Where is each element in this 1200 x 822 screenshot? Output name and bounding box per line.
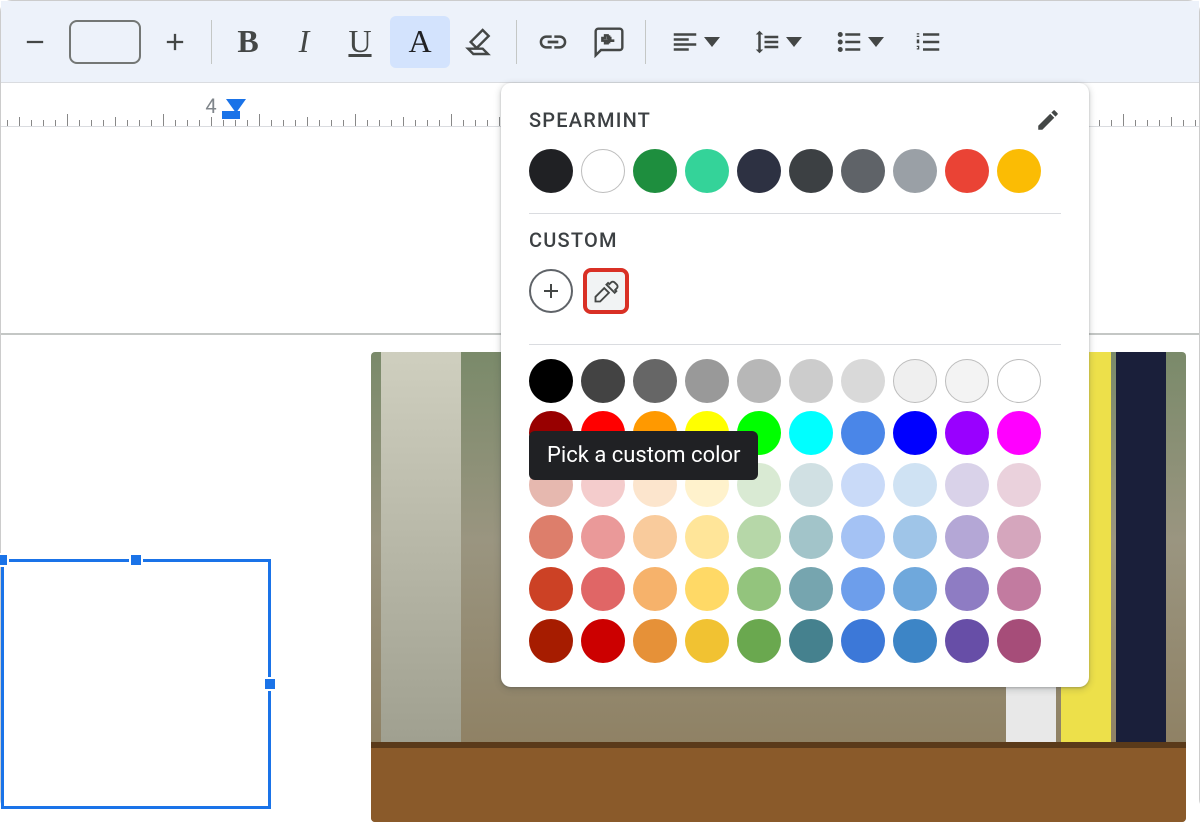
- chevron-down-icon: [786, 37, 802, 47]
- color-swatch-4-8[interactable]: [945, 567, 989, 611]
- bold-button[interactable]: B: [222, 16, 274, 68]
- zoom-out-button[interactable]: [9, 16, 61, 68]
- text-color-button[interactable]: A: [390, 16, 450, 68]
- custom-heading: CUSTOM: [529, 228, 618, 252]
- color-swatch-0-5[interactable]: [789, 359, 833, 403]
- spearmint-heading: SPEARMINT: [529, 108, 651, 132]
- color-swatch-3-1[interactable]: [581, 515, 625, 559]
- resize-handle-right[interactable]: [263, 677, 277, 691]
- color-swatch-0-1[interactable]: [581, 359, 625, 403]
- color-swatch-3-0[interactable]: [529, 515, 573, 559]
- color-swatch-4-9[interactable]: [997, 567, 1041, 611]
- separator: [211, 20, 212, 64]
- eyedropper-button[interactable]: [583, 268, 629, 314]
- color-swatch-5-4[interactable]: [737, 619, 781, 663]
- zoom-in-button[interactable]: [149, 16, 201, 68]
- underline-button[interactable]: U: [334, 16, 386, 68]
- color-swatch-1-9[interactable]: [997, 411, 1041, 455]
- spearmint-swatch-1[interactable]: [581, 149, 625, 193]
- color-swatch-5-0[interactable]: [529, 619, 573, 663]
- separator: [645, 20, 646, 64]
- color-swatch-4-5[interactable]: [789, 567, 833, 611]
- color-swatch-4-0[interactable]: [529, 567, 573, 611]
- insert-link-button[interactable]: [527, 16, 579, 68]
- color-swatch-3-6[interactable]: [841, 515, 885, 559]
- color-swatch-3-9[interactable]: [997, 515, 1041, 559]
- color-swatch-5-7[interactable]: [893, 619, 937, 663]
- color-swatch-0-7[interactable]: [893, 359, 937, 403]
- color-swatch-0-3[interactable]: [685, 359, 729, 403]
- color-swatch-5-3[interactable]: [685, 619, 729, 663]
- spearmint-swatch-6[interactable]: [841, 149, 885, 193]
- color-swatch-0-9[interactable]: [997, 359, 1041, 403]
- bulleted-list-button[interactable]: [820, 16, 898, 68]
- numbered-list-button[interactable]: [902, 16, 954, 68]
- spearmint-swatch-9[interactable]: [997, 149, 1041, 193]
- color-swatch-5-6[interactable]: [841, 619, 885, 663]
- spearmint-swatch-7[interactable]: [893, 149, 937, 193]
- color-swatch-4-3[interactable]: [685, 567, 729, 611]
- align-button[interactable]: [656, 16, 734, 68]
- color-swatch-2-5[interactable]: [789, 463, 833, 507]
- spearmint-swatch-4[interactable]: [737, 149, 781, 193]
- divider: [529, 344, 1061, 345]
- color-swatch-0-2[interactable]: [633, 359, 677, 403]
- color-swatch-5-9[interactable]: [997, 619, 1041, 663]
- color-swatch-5-5[interactable]: [789, 619, 833, 663]
- color-swatch-3-4[interactable]: [737, 515, 781, 559]
- color-swatch-0-4[interactable]: [737, 359, 781, 403]
- line-spacing-button[interactable]: [738, 16, 816, 68]
- color-swatch-4-6[interactable]: [841, 567, 885, 611]
- color-swatch-0-8[interactable]: [945, 359, 989, 403]
- spearmint-swatch-8[interactable]: [945, 149, 989, 193]
- color-swatch-3-2[interactable]: [633, 515, 677, 559]
- spearmint-swatch-2[interactable]: [633, 149, 677, 193]
- color-swatch-2-9[interactable]: [997, 463, 1041, 507]
- edit-theme-button[interactable]: [1035, 107, 1061, 133]
- color-swatch-0-6[interactable]: [841, 359, 885, 403]
- spearmint-swatch-3[interactable]: [685, 149, 729, 193]
- highlight-button[interactable]: [454, 16, 506, 68]
- color-swatch-5-1[interactable]: [581, 619, 625, 663]
- color-swatch-2-6[interactable]: [841, 463, 885, 507]
- color-swatch-3-7[interactable]: [893, 515, 937, 559]
- separator: [516, 20, 517, 64]
- add-comment-button[interactable]: [583, 16, 635, 68]
- color-swatch-1-6[interactable]: [841, 411, 885, 455]
- resize-handle-top[interactable]: [129, 553, 143, 567]
- color-swatch-3-3[interactable]: [685, 515, 729, 559]
- chevron-down-icon: [868, 37, 884, 47]
- color-swatch-2-7[interactable]: [893, 463, 937, 507]
- eyedropper-tooltip: Pick a custom color: [529, 431, 758, 480]
- color-swatch-4-4[interactable]: [737, 567, 781, 611]
- spearmint-swatch-row: [529, 149, 1061, 193]
- color-picker-popup: SPEARMINT CUSTOM: [501, 83, 1089, 687]
- color-swatch-4-1[interactable]: [581, 567, 625, 611]
- color-swatch-0-0[interactable]: [529, 359, 573, 403]
- standard-color-grid: [529, 359, 1061, 663]
- divider: [529, 213, 1061, 214]
- chevron-down-icon: [704, 37, 720, 47]
- spearmint-swatch-0[interactable]: [529, 149, 573, 193]
- zoom-input[interactable]: [69, 20, 141, 64]
- spearmint-swatch-5[interactable]: [789, 149, 833, 193]
- color-swatch-4-7[interactable]: [893, 567, 937, 611]
- color-swatch-1-5[interactable]: [789, 411, 833, 455]
- color-swatch-1-8[interactable]: [945, 411, 989, 455]
- resize-handle-top-left[interactable]: [0, 553, 9, 567]
- selected-text-box[interactable]: [1, 559, 271, 809]
- color-swatch-3-8[interactable]: [945, 515, 989, 559]
- color-swatch-4-2[interactable]: [633, 567, 677, 611]
- color-swatch-3-5[interactable]: [789, 515, 833, 559]
- color-swatch-2-8[interactable]: [945, 463, 989, 507]
- italic-button[interactable]: I: [278, 16, 330, 68]
- color-swatch-1-7[interactable]: [893, 411, 937, 455]
- color-swatch-5-2[interactable]: [633, 619, 677, 663]
- add-custom-color-button[interactable]: [529, 269, 573, 313]
- toolbar: B I U A: [1, 1, 1199, 83]
- color-swatch-5-8[interactable]: [945, 619, 989, 663]
